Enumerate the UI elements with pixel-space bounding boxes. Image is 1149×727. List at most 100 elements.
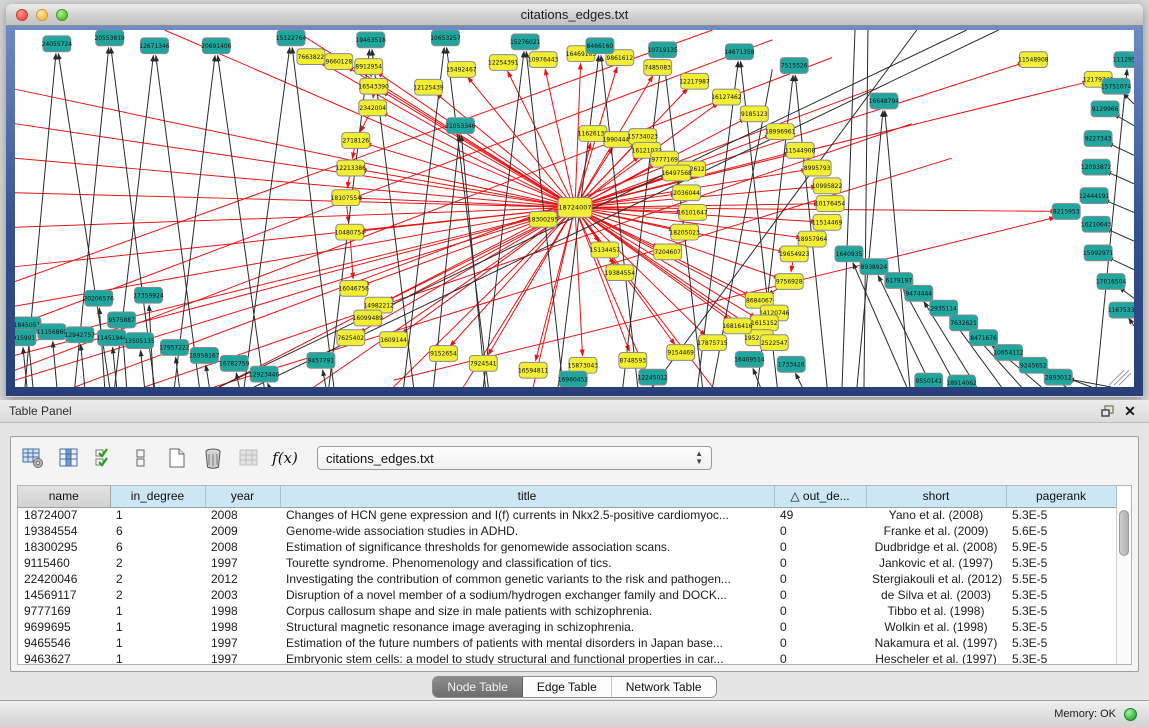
column-header-out_de[interactable]: △ out_de... <box>774 486 866 507</box>
graph-node[interactable]: 9660128 <box>325 54 353 70</box>
table-cell[interactable]: 2008 <box>205 507 280 523</box>
delete-trash-icon[interactable] <box>201 446 225 470</box>
graph-node[interactable]: 8471676 <box>970 330 998 346</box>
graph-node[interactable]: 12245012 <box>638 369 669 385</box>
graph-node[interactable]: 16816416 <box>722 318 753 334</box>
table-cell[interactable]: 2003 <box>205 587 280 603</box>
graph-node[interactable]: 1733426 <box>777 356 805 372</box>
graph-node[interactable]: 9185123 <box>740 106 768 122</box>
graph-node[interactable]: 24055724 <box>42 36 73 52</box>
table-cell[interactable]: 1 <box>110 507 205 523</box>
graph-node[interactable]: 9474444 <box>905 285 933 301</box>
table-dropdown[interactable]: citations_edges.txt ▲▼ <box>317 446 712 470</box>
table-cell[interactable]: 5.9E-5 <box>1006 539 1116 555</box>
graph-node[interactable]: 7515526 <box>780 58 808 74</box>
table-cell[interactable]: 0 <box>774 587 866 603</box>
graph-node[interactable]: 2893012 <box>1044 369 1072 385</box>
graph-node[interactable]: 8748593 <box>619 352 647 368</box>
graph-node[interactable]: 16101647 <box>677 205 708 221</box>
graph-node[interactable]: 12444191 <box>1079 188 1110 204</box>
table-cell[interactable]: 5.3E-5 <box>1006 635 1116 651</box>
graph-node[interactable]: 16046756 <box>339 280 370 296</box>
table-cell[interactable]: Dudbridge et al. (2008) <box>866 539 1006 555</box>
graph-node[interactable]: 20553819 <box>94 30 125 46</box>
graph-node[interactable]: 18107554 <box>331 190 362 206</box>
table-cell[interactable]: Estimation of the future numbers of pati… <box>280 635 774 651</box>
graph-node[interactable]: 1615152 <box>750 315 778 331</box>
table-row[interactable]: 946362711997Embryonic stem cells: a mode… <box>18 651 1116 665</box>
graph-node[interactable]: 15992971 <box>1083 245 1114 261</box>
graph-node[interactable]: 2036044 <box>673 185 701 201</box>
table-cell[interactable]: 6 <box>110 539 205 555</box>
graph-node[interactable]: 20691406 <box>201 38 232 54</box>
column-header-in_degree[interactable]: in_degree <box>110 486 205 507</box>
graph-node[interactable]: 9129966 <box>1091 101 1119 117</box>
graph-node[interactable]: 19384554 <box>605 265 636 281</box>
graph-node[interactable]: 19463518 <box>356 32 387 48</box>
graph-node[interactable]: 19654923 <box>779 246 810 262</box>
table-row[interactable]: 1872400712008Changes of HCN gene express… <box>18 507 1116 523</box>
table-cell[interactable]: 1998 <box>205 619 280 635</box>
graph-node[interactable]: 7204607 <box>654 244 682 260</box>
graph-node[interactable]: 15276021 <box>510 34 541 50</box>
table-row[interactable]: 1456911722003Disruption of a novel membe… <box>18 587 1116 603</box>
graph-node[interactable]: 9550141 <box>915 373 943 387</box>
graph-node[interactable]: 16782759 <box>219 355 250 371</box>
graph-node[interactable]: 21053346 <box>445 118 476 134</box>
graph-node[interactable]: 12125439 <box>413 79 444 95</box>
graph-node[interactable]: 9154469 <box>667 345 695 361</box>
graph-node[interactable]: 18957964 <box>797 231 828 247</box>
table-cell[interactable]: 0 <box>774 603 866 619</box>
table-cell[interactable]: 1 <box>110 635 205 651</box>
graph-node[interactable]: 8215953 <box>1052 204 1080 220</box>
column-header-pagerank[interactable]: pagerank <box>1006 486 1116 507</box>
graph-node[interactable]: 9575887 <box>108 312 136 328</box>
graph-node[interactable]: 18300295 <box>528 211 559 227</box>
table-cell[interactable]: Changes of HCN gene expression and I(f) … <box>280 507 774 523</box>
select-columns-checks-icon[interactable] <box>93 446 117 470</box>
column-header-short[interactable]: short <box>866 486 1006 507</box>
graph-node[interactable]: 12093872 <box>1081 159 1112 175</box>
graph-node[interactable]: 16127462 <box>711 89 742 105</box>
graph-node[interactable]: 7663822 <box>297 49 325 65</box>
graph-node[interactable]: 16594811 <box>518 362 549 378</box>
table-cell[interactable]: 9777169 <box>18 603 110 619</box>
table-cell[interactable]: Franke et al. (2009) <box>866 523 1006 539</box>
graph-node[interactable]: 18205023 <box>669 224 700 240</box>
table-cell[interactable]: 0 <box>774 619 866 635</box>
graph-node[interactable]: 11544908 <box>785 142 816 158</box>
tab-network-table[interactable]: Network Table <box>612 677 716 697</box>
graph-node[interactable]: 16958167 <box>189 348 220 364</box>
table-cell[interactable]: 5.3E-5 <box>1006 619 1116 635</box>
graph-node[interactable]: 14671358 <box>724 44 755 60</box>
table-cell[interactable]: Genome-wide association studies in ADHD. <box>280 523 774 539</box>
graph-node[interactable]: 2718126 <box>342 133 370 149</box>
graph-node[interactable]: 8466160 <box>586 38 614 54</box>
show-columns-icon[interactable] <box>57 446 81 470</box>
table-cell[interactable]: 2 <box>110 587 205 603</box>
table-cell[interactable]: 0 <box>774 571 866 587</box>
graph-node[interactable]: 16497568 <box>661 165 692 181</box>
table-cell[interactable]: 5.3E-5 <box>1006 555 1116 571</box>
table-cell[interactable]: 0 <box>774 523 866 539</box>
graph-node[interactable]: 10480754 <box>335 224 366 240</box>
table-cell[interactable]: 2 <box>110 555 205 571</box>
graph-node[interactable]: 16409514 <box>734 351 765 367</box>
graph-node[interactable]: 12942757 <box>65 327 96 343</box>
close-panel-icon[interactable]: ✕ <box>1119 402 1141 420</box>
zoom-window-button[interactable] <box>56 9 68 21</box>
table-cell[interactable]: 9115460 <box>18 555 110 571</box>
graph-node[interactable]: 7924541 <box>469 355 497 371</box>
table-header-row[interactable]: namein_degreeyeartitle△ out_de...shortpa… <box>18 486 1116 507</box>
graph-node[interactable]: 8995793 <box>803 160 831 176</box>
graph-node[interactable]: 11514469 <box>812 214 843 230</box>
graph-node[interactable]: 1609144 <box>380 332 408 348</box>
graph-node[interactable]: 11675333 <box>1108 302 1134 318</box>
graph-node[interactable]: 15492467 <box>446 62 477 78</box>
table-cell[interactable]: 5.6E-5 <box>1006 523 1116 539</box>
table-row[interactable]: 977716911998Corpus callosum shape and si… <box>18 603 1116 619</box>
table-cell[interactable]: 18724007 <box>18 507 110 523</box>
table-cell[interactable]: Investigating the contribution of common… <box>280 571 774 587</box>
table-cell[interactable]: 22420046 <box>18 571 110 587</box>
table-cell[interactable]: 1997 <box>205 651 280 665</box>
